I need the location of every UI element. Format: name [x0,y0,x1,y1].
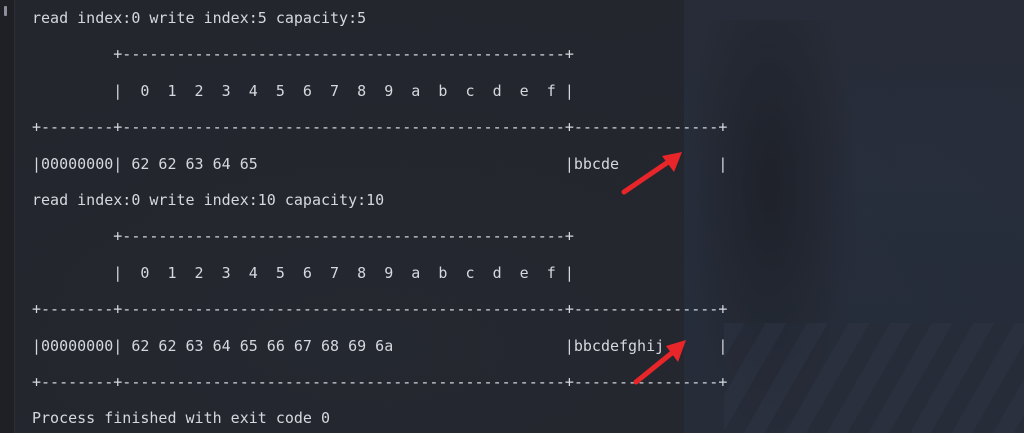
hexdump-border-line: +---------------------------------------… [32,45,574,64]
process-exit-message: Process finished with exit code 0 [32,409,331,428]
console-line: read index:0 write index:5 capacity:5 [32,9,367,27]
console-gutter [0,0,15,433]
background-scenery [684,0,1024,433]
background-floor [724,323,1024,433]
hexdump-header-line: | 0 1 2 3 4 5 6 7 8 9 a b c d e f | [32,81,574,100]
hexdump-data-row: |00000000| 62 62 63 64 65 |bbcde | [32,154,728,173]
hexdump-border-line: +--------+------------------------------… [32,372,728,391]
hexdump-header-line: | 0 1 2 3 4 5 6 7 8 9 a b c d e f | [32,263,574,282]
hexdump-border-line: +--------+------------------------------… [32,300,728,319]
fold-marker-icon[interactable] [4,6,7,16]
hexdump-data-row: |00000000| 62 62 63 64 65 66 67 68 69 6a… [32,336,728,355]
hexdump-border-line: +--------+------------------------------… [32,118,728,137]
console-line: read index:0 write index:10 capacity:10 [32,190,385,209]
console-text[interactable]: read index:0 write index:5 capacity:5 +-… [32,0,727,433]
hexdump-border-line: +---------------------------------------… [32,227,574,246]
console-output-panel: read index:0 write index:5 capacity:5 +-… [0,0,1024,433]
